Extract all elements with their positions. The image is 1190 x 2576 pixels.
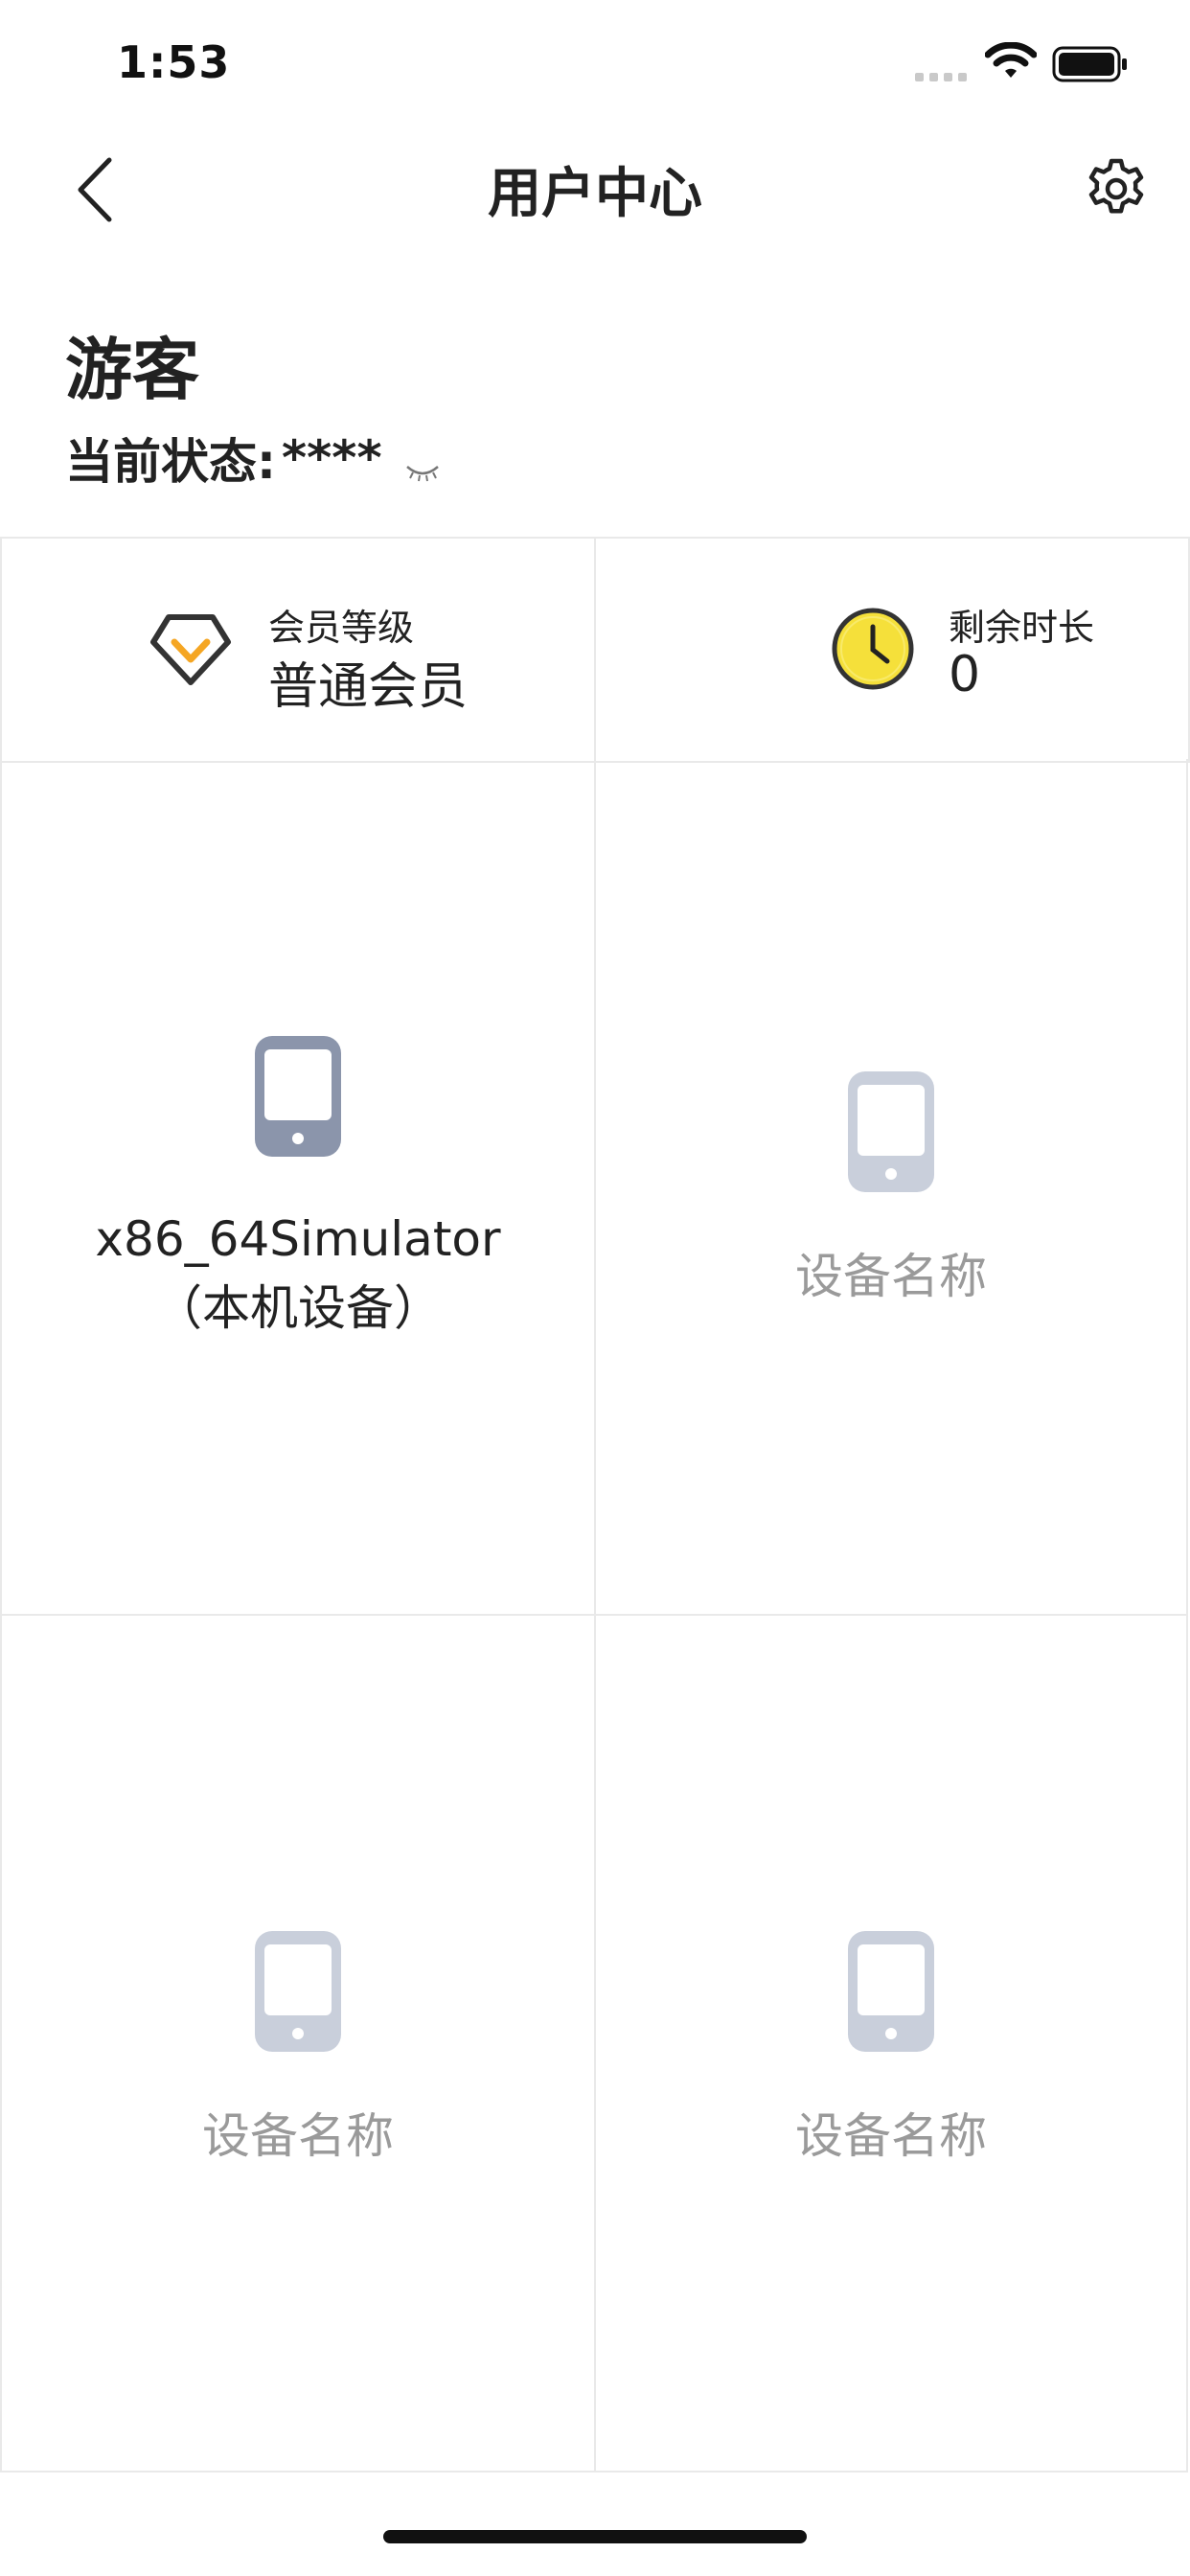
device-card-empty[interactable]: 设备名称 xyxy=(594,1616,1188,2472)
user-name: 游客 xyxy=(65,331,199,409)
phone-icon xyxy=(848,1931,934,2052)
member-level-label: 会员等级 xyxy=(268,607,415,649)
remaining-time-value: 0 xyxy=(949,646,981,703)
phone-icon xyxy=(848,1071,934,1192)
status-label: 当前状态: xyxy=(65,434,276,490)
eye-toggle[interactable] xyxy=(403,444,442,482)
cellular-signal-icon xyxy=(915,73,967,81)
clock-icon xyxy=(832,608,914,690)
diamond-icon xyxy=(150,614,231,685)
remaining-time-label: 剩余时长 xyxy=(949,607,1095,649)
status-bar: 1:53 xyxy=(0,0,1190,129)
device-name: x86_64Simulator xyxy=(95,1211,501,1267)
home-indicator[interactable] xyxy=(383,2530,807,2543)
settings-button[interactable] xyxy=(1083,155,1150,222)
page-title: 用户中心 xyxy=(488,163,702,225)
device-card-empty[interactable]: 设备名称 xyxy=(0,1616,594,2472)
user-status: 当前状态: **** xyxy=(65,429,442,490)
device-note: （本机设备） xyxy=(154,1280,442,1336)
wifi-icon xyxy=(985,42,1037,78)
status-value: **** xyxy=(282,430,382,486)
stats-row: 会员等级 普通会员 剩余时长 0 xyxy=(0,537,1190,763)
battery-icon xyxy=(1052,46,1127,82)
phone-icon xyxy=(255,1036,341,1157)
member-level-value: 普通会员 xyxy=(268,658,469,716)
device-name-placeholder: 设备名称 xyxy=(202,2108,394,2164)
remaining-time-cell[interactable]: 剩余时长 0 xyxy=(594,539,1190,761)
device-card-local[interactable]: x86_64Simulator （本机设备） xyxy=(0,759,594,1616)
status-time: 1:53 xyxy=(117,36,231,88)
phone-icon xyxy=(255,1931,341,2052)
device-card-empty[interactable]: 设备名称 xyxy=(594,759,1188,1616)
gear-icon xyxy=(1088,158,1144,214)
device-name-placeholder: 设备名称 xyxy=(795,2108,987,2164)
device-name-placeholder: 设备名称 xyxy=(795,1249,987,1304)
member-level-cell[interactable]: 会员等级 普通会员 xyxy=(0,539,596,761)
eye-closed-icon xyxy=(405,466,439,482)
nav-bar: 用户中心 xyxy=(0,129,1190,244)
